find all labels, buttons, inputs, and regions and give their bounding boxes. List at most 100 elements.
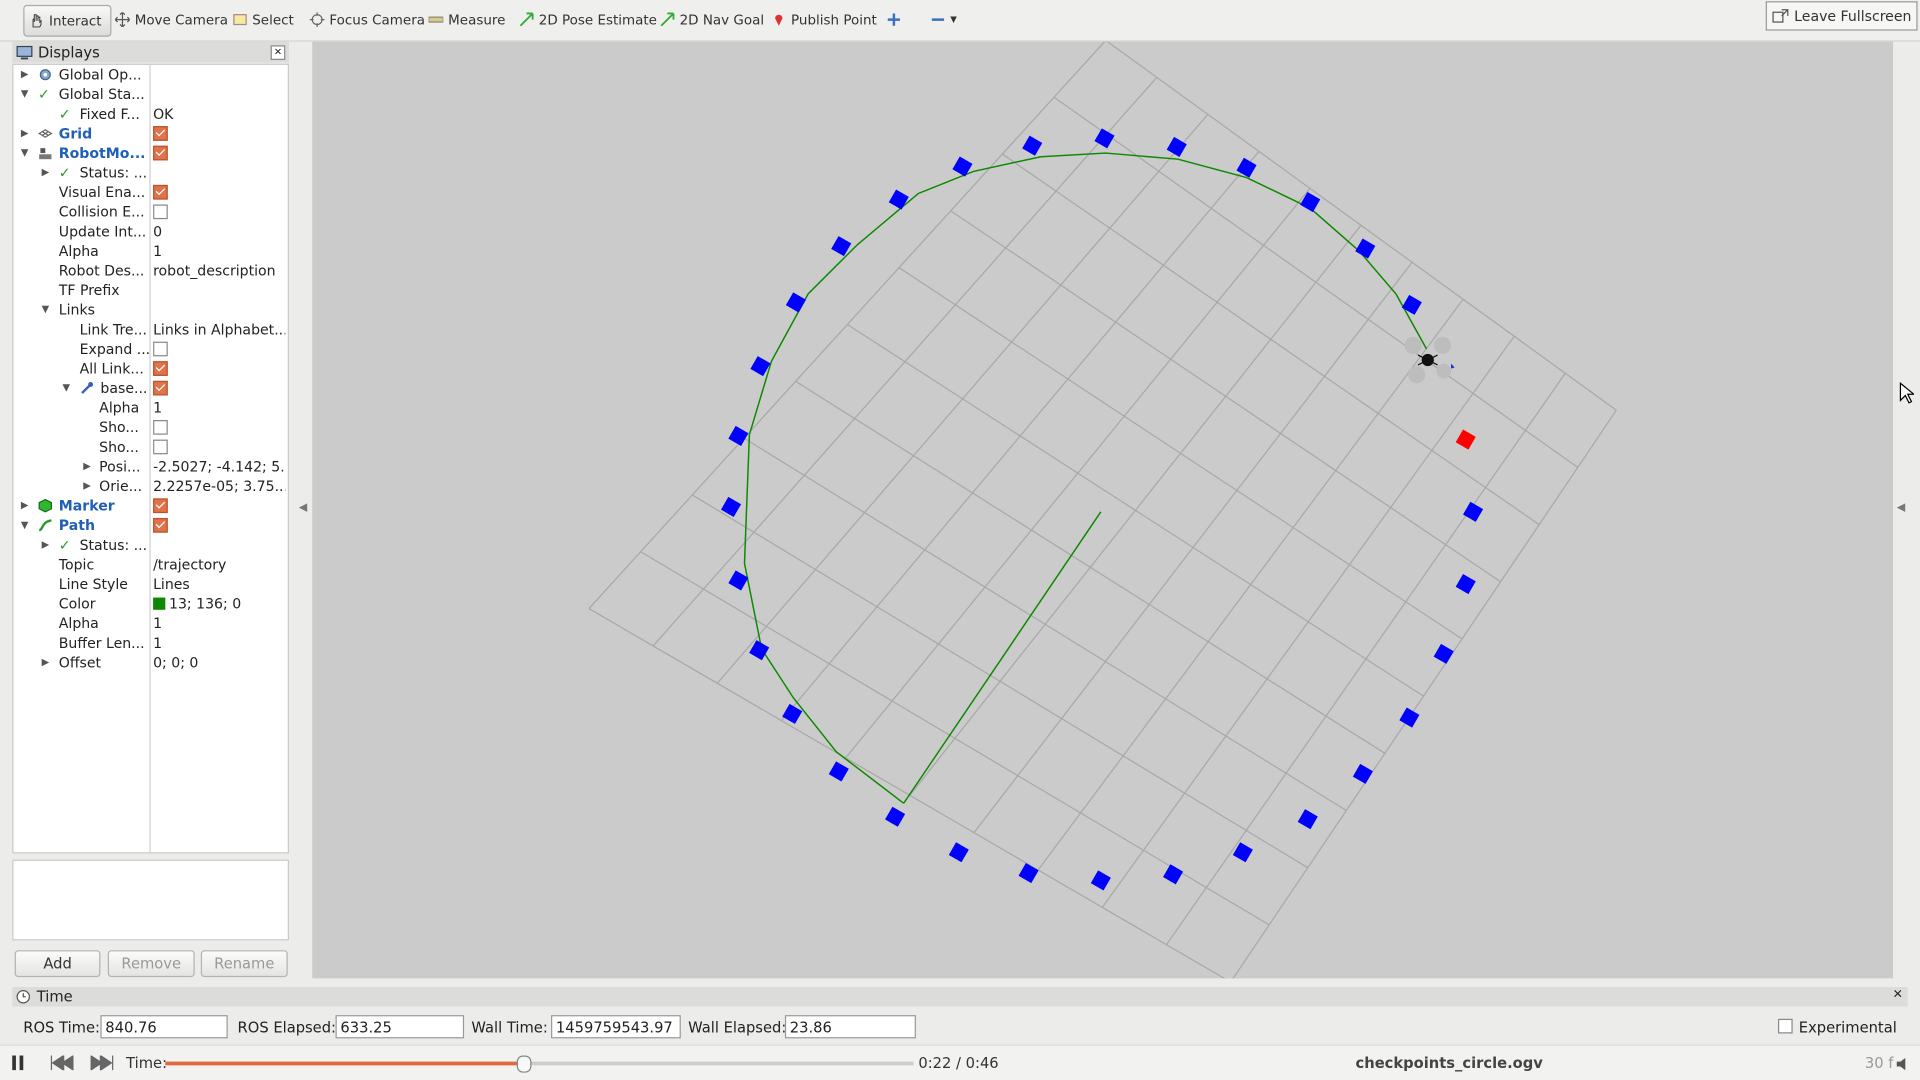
tree-row-marker[interactable]: ▶ Marker <box>13 496 287 516</box>
path-enabled-checkbox[interactable] <box>153 517 168 533</box>
tree-row-fixed-frame[interactable]: ✓ Fixed F... OK <box>13 104 287 124</box>
tree-row-visual-enabled[interactable]: Visual Ena... <box>13 182 287 202</box>
add-display-button[interactable]: Add <box>14 950 101 978</box>
tree-row-expand-tree[interactable]: Expand ... <box>13 339 287 359</box>
tree-row-grid[interactable]: ▶ Grid <box>13 124 287 144</box>
measure-tool[interactable]: Measure <box>424 5 511 34</box>
cube-icon <box>38 498 53 513</box>
expand-tree-checkbox[interactable] <box>153 341 168 356</box>
tree-row-position[interactable]: ▶ Posi... -2.5027; -4.142; 5... <box>13 457 287 477</box>
collapse-arrow-icon[interactable]: ▼ <box>42 300 50 320</box>
robot-icon <box>39 148 52 160</box>
tree-row-path[interactable]: ▼ Path <box>13 516 287 536</box>
tree-row-links[interactable]: ▼ Links <box>13 300 287 320</box>
tree-row-color[interactable]: Color 13; 136; 0 <box>13 594 287 614</box>
grid-line <box>898 267 1463 640</box>
expand-arrow-icon[interactable]: ▶ <box>42 163 50 183</box>
focus-camera-tool[interactable]: Focus Camera <box>305 5 430 34</box>
map-pin-icon <box>775 14 783 26</box>
skip-forward-icon[interactable] <box>90 1055 115 1071</box>
tool-label: Publish Point <box>791 11 877 28</box>
tree-row-link-alpha[interactable]: Alpha 1 <box>13 398 287 418</box>
tree-row-update-interval[interactable]: Update Int... 0 <box>13 222 287 242</box>
nav-goal-tool[interactable]: 2D Nav Goal <box>655 5 769 34</box>
expand-arrow-icon[interactable]: ▶ <box>21 124 29 144</box>
checkpoint-marker <box>1022 135 1043 156</box>
tree-row-robot-description[interactable]: Robot Des... robot_description <box>13 261 287 281</box>
rename-display-button[interactable]: Rename <box>200 950 288 978</box>
expand-arrow-icon[interactable]: ▶ <box>21 496 29 516</box>
tree-row-path-alpha[interactable]: Alpha 1 <box>13 613 287 633</box>
wall-elapsed-field[interactable]: 23.86 <box>784 1015 916 1039</box>
show-axes-checkbox[interactable] <box>153 419 168 435</box>
interact-tool[interactable]: Interact <box>23 4 112 37</box>
select-tool[interactable]: Select <box>228 5 299 34</box>
base-link-checkbox[interactable] <box>153 380 168 395</box>
close-panel-button[interactable]: ✕ <box>270 45 286 61</box>
tree-row-show-trail[interactable]: Sho... <box>13 437 287 457</box>
tree-row-orientation[interactable]: ▶ Orie... 2.2257e-05; 3.75... <box>13 476 287 496</box>
expand-arrow-icon[interactable]: ▶ <box>42 653 50 673</box>
pose-estimate-tool[interactable]: 2D Pose Estimate <box>514 5 662 34</box>
tree-row-status[interactable]: ▶ ✓ Status: ... <box>13 163 287 183</box>
tree-row-all-links[interactable]: All Link... <box>13 359 287 379</box>
dropdown-arrow-icon: ▼ <box>950 14 957 25</box>
pause-icon[interactable] <box>11 1055 26 1071</box>
all-links-checkbox[interactable] <box>153 360 168 376</box>
collapse-left-panel-icon[interactable]: ◀ <box>299 502 307 514</box>
leave-fullscreen-button[interactable]: Leave Fullscreen <box>1766 1 1918 31</box>
close-time-panel-icon[interactable]: ✕ <box>1893 988 1903 1001</box>
tool-label: Measure <box>448 11 506 28</box>
experimental-checkbox[interactable] <box>1777 1018 1793 1034</box>
tree-row-buffer-length[interactable]: Buffer Len... 1 <box>13 633 287 653</box>
move-camera-tool[interactable]: Move Camera <box>110 5 233 34</box>
tree-row-link-tree-style[interactable]: Link Tre... Links in Alphabet... <box>13 320 287 340</box>
wall-time-field[interactable]: 1459759543.97 <box>551 1015 681 1039</box>
remove-tool-button[interactable]: ▼ <box>926 5 962 34</box>
tree-row-collision-enabled[interactable]: Collision E... <box>13 202 287 222</box>
expand-arrow-icon[interactable]: ▶ <box>83 476 91 496</box>
grid-line <box>973 261 1413 834</box>
ros-elapsed-field[interactable]: 633.25 <box>335 1015 465 1039</box>
grid-line <box>1053 96 1579 468</box>
remove-display-button[interactable]: Remove <box>107 950 195 978</box>
tree-row-line-style[interactable]: Line Style Lines <box>13 574 287 594</box>
collapse-arrow-icon[interactable]: ▼ <box>62 378 70 398</box>
visual-enabled-checkbox[interactable] <box>153 184 168 199</box>
grid-enabled-checkbox[interactable] <box>153 125 168 141</box>
expand-arrow-icon[interactable]: ▶ <box>21 65 29 85</box>
fullscreen-label: Leave Fullscreen <box>1794 7 1912 25</box>
collapse-arrow-icon[interactable]: ▼ <box>21 84 29 104</box>
marker-enabled-checkbox[interactable] <box>153 497 168 513</box>
collision-enabled-checkbox[interactable] <box>153 203 168 219</box>
tree-row-robot-model[interactable]: ▼ RobotMo... <box>13 143 287 163</box>
seek-bar-handle[interactable] <box>516 1055 532 1073</box>
tree-row-global-status[interactable]: ▼ ✓ Global Sta... <box>13 84 287 104</box>
tree-row-path-status[interactable]: ▶ ✓ Status: ... <box>13 535 287 555</box>
checkpoint-marker <box>1433 643 1454 664</box>
tree-row-show-axes[interactable]: Sho... <box>13 418 287 438</box>
skip-back-icon[interactable] <box>49 1055 74 1071</box>
checkpoint-marker <box>1401 294 1422 315</box>
collapse-right-panel-icon[interactable]: ◀ <box>1897 502 1905 514</box>
volume-icon[interactable] <box>1896 1057 1911 1072</box>
3d-viewport[interactable] <box>312 41 1894 979</box>
show-trail-checkbox[interactable] <box>153 438 168 454</box>
add-tool-button[interactable] <box>882 5 906 34</box>
robot-model-enabled-checkbox[interactable] <box>153 145 168 160</box>
tree-row-alpha[interactable]: Alpha 1 <box>13 241 287 261</box>
tree-row-offset[interactable]: ▶ Offset 0; 0; 0 <box>13 653 287 673</box>
publish-point-tool[interactable]: Publish Point <box>767 5 882 34</box>
tree-row-base-link[interactable]: ▼ base... <box>13 378 287 398</box>
expand-arrow-icon[interactable]: ▶ <box>83 457 91 477</box>
expand-arrow-icon[interactable]: ▶ <box>42 535 50 555</box>
tree-row-global-options[interactable]: ▶ Global Op... <box>13 65 287 85</box>
tree-row-tf-prefix[interactable]: TF Prefix <box>13 280 287 300</box>
tree-row-topic[interactable]: Topic/trajectory <box>13 555 287 575</box>
hand-icon <box>32 14 42 28</box>
collapse-arrow-icon[interactable]: ▼ <box>21 516 29 536</box>
seek-bar[interactable] <box>165 1055 914 1073</box>
ros-time-field[interactable]: 840.76 <box>100 1015 228 1039</box>
collapse-arrow-icon[interactable]: ▼ <box>21 143 29 163</box>
player-position: 0:22 / 0:46 <box>918 1054 999 1072</box>
